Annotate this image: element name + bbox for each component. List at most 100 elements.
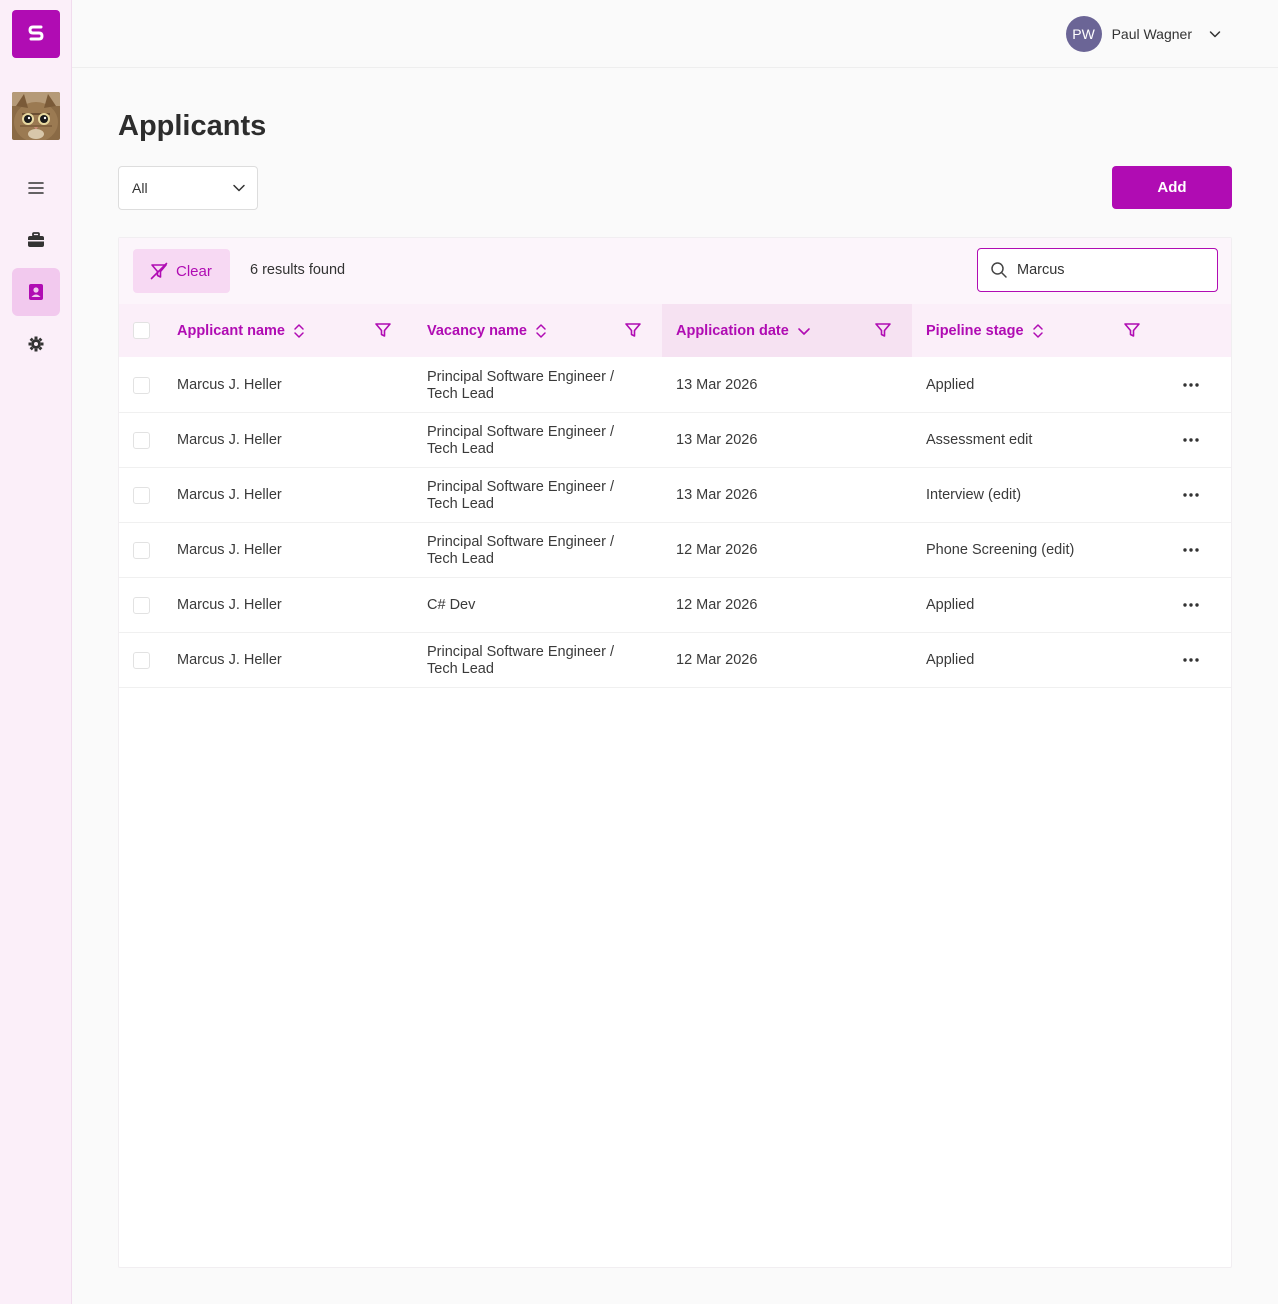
- more-options-icon[interactable]: [1181, 597, 1201, 613]
- sort-icon[interactable]: [293, 322, 305, 340]
- column-header-applicant-name[interactable]: Applicant name: [163, 304, 412, 357]
- sidebar: [0, 0, 72, 1304]
- vacancy-name-cell: Principal Software Engineer / Tech Lead: [427, 468, 614, 523]
- applicants-panel: Clear 6 results found Applicant name Vac…: [118, 237, 1232, 1268]
- vacancy-line-2: Tech Lead: [427, 550, 494, 567]
- applicant-filter-select[interactable]: All: [118, 166, 258, 210]
- chevron-down-icon: [1209, 31, 1221, 38]
- filter-icon[interactable]: [624, 321, 642, 339]
- row-checkbox[interactable]: [133, 597, 150, 614]
- sidebar-item-menu[interactable]: [12, 164, 60, 212]
- column-header-pipeline-stage[interactable]: Pipeline stage: [912, 304, 1161, 357]
- vacancy-line-2: Tech Lead: [427, 440, 494, 457]
- table-row[interactable]: Marcus J. Heller Principal Software Engi…: [119, 468, 1231, 523]
- application-date-cell: 13 Mar 2026: [676, 432, 758, 448]
- vacancy-line-2: Tech Lead: [427, 385, 494, 402]
- more-options-icon[interactable]: [1181, 542, 1201, 558]
- application-date-cell: 12 Mar 2026: [676, 542, 758, 558]
- application-date-cell: 13 Mar 2026: [676, 487, 758, 503]
- vacancy-line-2: Tech Lead: [427, 660, 494, 677]
- add-button[interactable]: Add: [1112, 166, 1232, 209]
- column-label: Pipeline stage: [926, 322, 1024, 339]
- briefcase-icon: [28, 232, 44, 247]
- hamburger-icon: [28, 182, 44, 194]
- select-all-checkbox[interactable]: [133, 322, 150, 339]
- pipeline-stage-cell: Applied: [926, 652, 975, 668]
- gear-icon: [28, 336, 44, 352]
- applicant-name-cell[interactable]: Marcus J. Heller: [177, 358, 282, 413]
- more-options-icon[interactable]: [1181, 377, 1201, 393]
- table-row[interactable]: Marcus J. Heller C# Dev 12 Mar 2026 Appl…: [119, 578, 1231, 633]
- applicant-name-cell[interactable]: Marcus J. Heller: [177, 578, 282, 633]
- row-checkbox[interactable]: [133, 432, 150, 449]
- vacancy-line-2: Tech Lead: [427, 495, 494, 512]
- vacancy-name-cell: C# Dev: [427, 578, 475, 633]
- pipeline-stage-cell: Interview (edit): [926, 487, 1022, 503]
- user-menu[interactable]: PW Paul Wagner: [1065, 16, 1222, 52]
- row-checkbox[interactable]: [133, 652, 150, 669]
- more-options-icon[interactable]: [1181, 652, 1201, 668]
- results-count: 6 results found: [250, 262, 346, 278]
- sort-desc-icon[interactable]: [797, 322, 811, 340]
- vacancy-name-cell: Principal Software Engineer / Tech Lead: [427, 413, 614, 468]
- column-header-application-date[interactable]: Application date: [662, 304, 912, 357]
- table-row[interactable]: Marcus J. Heller Principal Software Engi…: [119, 358, 1231, 413]
- search-box[interactable]: [977, 248, 1218, 292]
- applicant-name-cell[interactable]: Marcus J. Heller: [177, 468, 282, 523]
- contact-card-icon: [29, 284, 43, 300]
- application-date-cell: 12 Mar 2026: [676, 597, 758, 613]
- row-checkbox[interactable]: [133, 487, 150, 504]
- sidebar-item-vacancies[interactable]: [12, 216, 60, 264]
- filter-icon[interactable]: [1123, 321, 1141, 339]
- table-row[interactable]: Marcus J. Heller Principal Software Engi…: [119, 413, 1231, 468]
- vacancy-line-1: C# Dev: [427, 597, 476, 613]
- pipeline-stage-cell: Applied: [926, 377, 975, 393]
- filter-icon[interactable]: [874, 321, 892, 339]
- logo-s-icon: [28, 25, 44, 41]
- search-input[interactable]: [1017, 262, 1207, 278]
- sidebar-item-applicants[interactable]: [12, 268, 60, 316]
- table-row[interactable]: Marcus J. Heller Principal Software Engi…: [119, 633, 1231, 688]
- sort-icon[interactable]: [1032, 322, 1044, 340]
- sort-icon[interactable]: [535, 322, 547, 340]
- applicant-name-cell[interactable]: Marcus J. Heller: [177, 633, 282, 688]
- row-checkbox[interactable]: [133, 377, 150, 394]
- vacancy-name-cell: Principal Software Engineer / Tech Lead: [427, 358, 614, 413]
- applicant-name-cell[interactable]: Marcus J. Heller: [177, 523, 282, 578]
- column-label: Application date: [676, 322, 789, 339]
- clear-label: Clear: [176, 262, 212, 280]
- row-checkbox[interactable]: [133, 542, 150, 559]
- vacancy-line-1: Principal Software Engineer /: [427, 368, 614, 385]
- top-bar: PW Paul Wagner: [72, 0, 1278, 68]
- vacancy-line-1: Principal Software Engineer /: [427, 423, 614, 440]
- pipeline-stage-cell: Phone Screening (edit): [926, 542, 1075, 558]
- app-logo[interactable]: [12, 10, 60, 58]
- table-header: Applicant name Vacancy name Application …: [119, 304, 1231, 357]
- select-value: All: [132, 180, 148, 196]
- company-avatar-image[interactable]: [12, 92, 60, 140]
- applicant-name-cell[interactable]: Marcus J. Heller: [177, 413, 282, 468]
- filter-icon[interactable]: [374, 321, 392, 339]
- application-date-cell: 12 Mar 2026: [676, 652, 758, 668]
- vacancy-line-1: Principal Software Engineer /: [427, 478, 614, 495]
- cat-photo-icon: [12, 92, 60, 140]
- vacancy-name-cell: Principal Software Engineer / Tech Lead: [427, 633, 614, 688]
- table-toolbar: Clear 6 results found: [119, 238, 1231, 304]
- search-icon: [991, 262, 1007, 278]
- column-label: Applicant name: [177, 322, 285, 339]
- page-title: Applicants: [118, 110, 267, 142]
- vacancy-line-1: Principal Software Engineer /: [427, 643, 614, 660]
- sidebar-item-settings[interactable]: [12, 320, 60, 368]
- pipeline-stage-cell: Assessment edit: [926, 432, 1033, 448]
- application-date-cell: 13 Mar 2026: [676, 377, 758, 393]
- clear-filter-icon: [150, 262, 168, 280]
- more-options-icon[interactable]: [1181, 432, 1201, 448]
- more-options-icon[interactable]: [1181, 487, 1201, 503]
- user-name: Paul Wagner: [1111, 26, 1192, 42]
- column-header-vacancy-name[interactable]: Vacancy name: [413, 304, 662, 357]
- vacancy-name-cell: Principal Software Engineer / Tech Lead: [427, 523, 614, 578]
- table-row[interactable]: Marcus J. Heller Principal Software Engi…: [119, 523, 1231, 578]
- chevron-down-icon: [233, 184, 245, 192]
- clear-filters-button[interactable]: Clear: [133, 249, 230, 293]
- pipeline-stage-cell: Applied: [926, 597, 975, 613]
